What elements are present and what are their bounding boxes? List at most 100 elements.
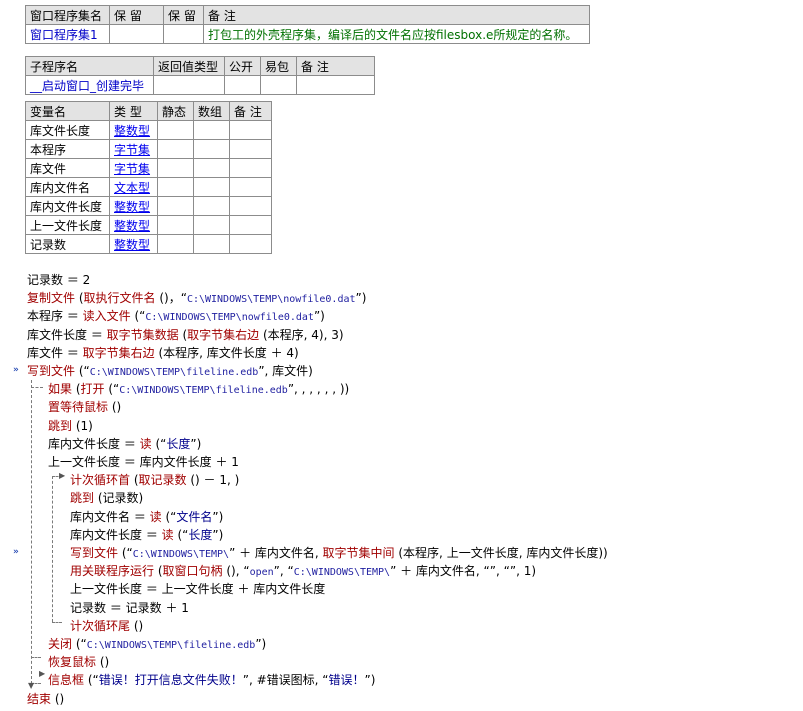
reserved-2-cell[interactable] xyxy=(163,24,204,44)
col-remark: 备 注 xyxy=(203,5,590,25)
var-name-cell[interactable]: 库文件长度 xyxy=(25,120,110,140)
code-line[interactable]: 记录数 ＝ 2 xyxy=(27,271,90,289)
col-static: 静态 xyxy=(157,101,194,121)
var-type-link[interactable]: 字节集 xyxy=(109,139,158,159)
col-reserved-1: 保 留 xyxy=(109,5,164,25)
col-var-type: 类 型 xyxy=(109,101,158,121)
loop-arrow-icon: ▶ xyxy=(59,471,66,480)
var-static-cell[interactable] xyxy=(157,177,194,197)
var-remark-cell[interactable] xyxy=(229,196,272,216)
var-name-cell[interactable]: 库内文件长度 xyxy=(25,196,110,216)
code-line[interactable]: 恢复鼠标 () xyxy=(48,653,109,671)
var-array-cell[interactable] xyxy=(193,120,230,140)
code-line[interactable]: 库内文件名 ＝ 读 (“文件名”) xyxy=(70,508,223,526)
if-branch-top-dash xyxy=(31,387,43,388)
var-remark-cell[interactable] xyxy=(229,215,272,235)
easy-pack-cell[interactable] xyxy=(260,75,297,95)
code-line[interactable]: 计次循环尾 () xyxy=(70,617,143,635)
var-remark-cell[interactable] xyxy=(229,120,272,140)
assembly-name-cell[interactable]: 窗口程序集1 xyxy=(25,24,110,44)
var-array-cell[interactable] xyxy=(193,196,230,216)
breakpoint-marker-icon[interactable]: » xyxy=(13,365,19,375)
code-line[interactable]: 复制文件 (取执行文件名 ()，“C:\WINDOWS\TEMP\nowfile… xyxy=(27,289,366,307)
code-line[interactable]: 记录数 ＝ 记录数 ＋ 1 xyxy=(70,599,189,617)
var-static-cell[interactable] xyxy=(157,120,194,140)
code-line[interactable]: 结束 () xyxy=(27,690,64,708)
var-name-cell[interactable]: 本程序 xyxy=(25,139,110,159)
var-type-link[interactable]: 整数型 xyxy=(109,196,158,216)
col-return-type: 返回值类型 xyxy=(153,56,225,76)
variable-row[interactable]: 上一文件长度 整数型 xyxy=(25,215,272,235)
else-dash xyxy=(31,657,41,658)
col-public: 公开 xyxy=(224,56,261,76)
var-array-cell[interactable] xyxy=(193,177,230,197)
var-type-link[interactable]: 整数型 xyxy=(109,234,158,254)
variable-table-header: 变量名 类 型 静态 数组 备 注 xyxy=(25,101,272,121)
code-line[interactable]: 计次循环首 (取记录数 () － 1, ) xyxy=(70,471,239,489)
assembly-row[interactable]: 窗口程序集1 打包工的外壳程序集，编译后的文件名应按filesbox.e所规定的… xyxy=(25,24,590,44)
var-static-cell[interactable] xyxy=(157,158,194,178)
else-arrow-icon: ▶ xyxy=(39,669,46,678)
variable-table: 变量名 类 型 静态 数组 备 注 库文件长度 整数型 本程序 字节集 库文件 字节集 库内… xyxy=(25,101,272,254)
code-line[interactable]: 库文件长度 ＝ 取字节集数据 (取字节集右边 (本程序, 4), 3) xyxy=(27,326,344,344)
code-line[interactable]: 用关联程序运行 (取窗口句柄 (), “open”, “C:\WINDOWS\T… xyxy=(70,562,536,580)
var-static-cell[interactable] xyxy=(157,139,194,159)
loop-guide xyxy=(52,476,53,622)
variable-row[interactable]: 本程序 字节集 xyxy=(25,139,272,159)
assembly-remark-cell[interactable]: 打包工的外壳程序集，编译后的文件名应按filesbox.e所规定的名称。 xyxy=(203,24,590,44)
subroutine-table-header: 子程序名 返回值类型 公开 易包 备 注 xyxy=(25,56,375,76)
if-branch-guide xyxy=(31,380,32,684)
var-array-cell[interactable] xyxy=(193,234,230,254)
var-name-cell[interactable]: 上一文件长度 xyxy=(25,215,110,235)
code-line[interactable]: 库文件 ＝ 取字节集右边 (本程序, 库文件长度 ＋ 4) xyxy=(27,344,299,362)
public-cell[interactable] xyxy=(224,75,261,95)
col-sub-name: 子程序名 xyxy=(25,56,154,76)
sub-remark-cell[interactable] xyxy=(296,75,375,95)
var-remark-cell[interactable] xyxy=(229,139,272,159)
col-easy-pack: 易包 xyxy=(260,56,297,76)
var-type-link[interactable]: 字节集 xyxy=(109,158,158,178)
var-remark-cell[interactable] xyxy=(229,158,272,178)
breakpoint-marker-icon[interactable]: » xyxy=(13,547,19,557)
var-name-cell[interactable]: 库文件 xyxy=(25,158,110,178)
subroutine-table: 子程序名 返回值类型 公开 易包 备 注 __启动窗口_创建完毕 xyxy=(25,56,375,95)
assembly-table-header: 窗口程序集名 保 留 保 留 备 注 xyxy=(25,5,590,25)
variable-rows: 库文件长度 整数型 本程序 字节集 库文件 字节集 库内文件名 文本型 库内文件长度 整数型 上一文… xyxy=(25,120,272,254)
sub-name-cell[interactable]: __启动窗口_创建完毕 xyxy=(25,75,154,95)
code-line[interactable]: 跳到 (1) xyxy=(48,417,93,435)
var-array-cell[interactable] xyxy=(193,158,230,178)
var-type-link[interactable]: 整数型 xyxy=(109,120,158,140)
subroutine-row[interactable]: __启动窗口_创建完毕 xyxy=(25,75,375,95)
code-line[interactable]: 关闭 (“C:\WINDOWS\TEMP\fileline.edb”) xyxy=(48,635,266,653)
code-line[interactable]: 库内文件长度 ＝ 读 (“长度”) xyxy=(48,435,201,453)
code-line[interactable]: 置等待鼠标 () xyxy=(48,398,121,416)
reserved-1-cell[interactable] xyxy=(109,24,164,44)
code-line[interactable]: 库内文件长度 ＝ 读 (“长度”) xyxy=(70,526,223,544)
var-remark-cell[interactable] xyxy=(229,177,272,197)
var-name-cell[interactable]: 库内文件名 xyxy=(25,177,110,197)
return-type-cell[interactable] xyxy=(153,75,225,95)
code-line[interactable]: 跳到 (记录数) xyxy=(70,489,143,507)
variable-row[interactable]: 库内文件长度 整数型 xyxy=(25,196,272,216)
code-line[interactable]: 写到文件 (“C:\WINDOWS\TEMP\fileline.edb”, 库文… xyxy=(27,362,313,380)
variable-row[interactable]: 库文件 字节集 xyxy=(25,158,272,178)
variable-row[interactable]: 库文件长度 整数型 xyxy=(25,120,272,140)
code-line[interactable]: 信息框 (“错误！打开信息文件失败！”, #错误图标, “错误！”) xyxy=(48,671,375,689)
var-array-cell[interactable] xyxy=(193,215,230,235)
var-name-cell[interactable]: 记录数 xyxy=(25,234,110,254)
code-line[interactable]: 写到文件 (“C:\WINDOWS\TEMP\” ＋ 库内文件名, 取字节集中间… xyxy=(70,544,608,562)
code-line[interactable]: 上一文件长度 ＝ 库内文件长度 ＋ 1 xyxy=(48,453,239,471)
var-static-cell[interactable] xyxy=(157,234,194,254)
variable-row[interactable]: 库内文件名 文本型 xyxy=(25,177,272,197)
code-line[interactable]: 本程序 ＝ 读入文件 (“C:\WINDOWS\TEMP\nowfile0.da… xyxy=(27,307,325,325)
var-static-cell[interactable] xyxy=(157,215,194,235)
var-type-link[interactable]: 文本型 xyxy=(109,177,158,197)
code-line[interactable]: 上一文件长度 ＝ 上一文件长度 ＋ 库内文件长度 xyxy=(70,580,325,598)
var-type-link[interactable]: 整数型 xyxy=(109,215,158,235)
loop-bottom-dash xyxy=(52,622,62,623)
var-array-cell[interactable] xyxy=(193,139,230,159)
code-line[interactable]: 如果 (打开 (“C:\WINDOWS\TEMP\fileline.edb”, … xyxy=(48,380,349,398)
variable-row[interactable]: 记录数 整数型 xyxy=(25,234,272,254)
var-remark-cell[interactable] xyxy=(229,234,272,254)
var-static-cell[interactable] xyxy=(157,196,194,216)
